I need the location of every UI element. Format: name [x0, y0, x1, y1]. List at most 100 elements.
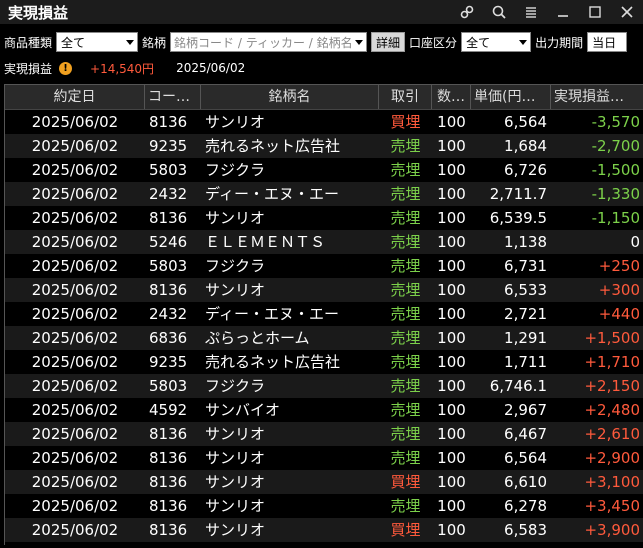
cell-symbol-name: サンリオ	[205, 497, 266, 515]
cell-trade-date: 2025/06/02	[31, 281, 119, 299]
symbol-search-placeholder: 銘柄コード / ティッカー / 銘柄名	[174, 35, 353, 50]
table-row[interactable]: 2025/06/02 8136 サンリオ 売埋 100 6,278 +3,450	[5, 494, 643, 518]
table-row[interactable]: 2025/06/02 9235 売れるネット広告社 売埋 100 1,711 +1,710	[5, 350, 643, 374]
cell-symbol-name: サンバイオ	[205, 401, 281, 419]
col-unit-price[interactable]: 単価(円…	[471, 85, 551, 109]
cell-code: 6836	[149, 329, 188, 347]
cell-code: 9235	[149, 137, 188, 155]
account-type-select[interactable]: 全て	[461, 32, 532, 52]
link-icon[interactable]	[451, 0, 483, 24]
cell-trade-date: 2025/06/02	[31, 161, 119, 179]
table-row[interactable]: 2025/06/02 6836 ぷらっとホーム 売埋 100 1,291 +1,500	[5, 326, 643, 350]
cell-trade-date: 2025/06/02	[31, 353, 119, 371]
table-row[interactable]: 2025/06/02 8136 サンリオ 買埋 100 6,583 +3,900	[5, 518, 643, 542]
window-title: 実現損益	[8, 3, 69, 22]
filter-bar: 商品種類 全て 銘柄 銘柄コード / ティッカー / 銘柄名 詳細 口座区分 全…	[0, 30, 643, 54]
product-type-label: 商品種類	[4, 35, 53, 50]
col-trade-type[interactable]: 取引	[379, 85, 432, 109]
cell-trade-type: 買埋	[390, 521, 421, 539]
cell-realized-pl: +2,610	[584, 425, 640, 443]
cell-realized-pl: +300	[598, 281, 640, 299]
table-row[interactable]: 2025/06/02 8136 サンリオ 売埋 100 6,467 +2,610	[5, 422, 643, 446]
close-icon[interactable]	[611, 0, 643, 24]
cell-symbol-name: ディー・エヌ・エー	[205, 185, 339, 203]
table-row[interactable]: 2025/06/02 9235 売れるネット広告社 売埋 100 1,684 -2,700	[5, 134, 643, 158]
cell-trade-date: 2025/06/02	[31, 185, 119, 203]
col-code[interactable]: コード…	[145, 85, 201, 109]
cell-realized-pl: -1,500	[591, 161, 640, 179]
cell-trade-type: 売埋	[390, 185, 421, 203]
table-row[interactable]: 2025/06/02 8136 サンリオ 買埋 100 6,564 -3,570	[5, 110, 643, 134]
cell-trade-type: 売埋	[390, 497, 421, 515]
cell-realized-pl: +2,150	[584, 377, 640, 395]
menu-icon[interactable]	[515, 0, 547, 24]
cell-trade-type: 売埋	[390, 305, 421, 323]
table-row[interactable]: 2025/06/02 5803 フジクラ 売埋 100 6,746.1 +2,150	[5, 374, 643, 398]
col-realized-pl[interactable]: 実現損益…	[551, 85, 643, 109]
account-type-label: 口座区分	[409, 35, 458, 50]
cell-code: 5803	[149, 377, 188, 395]
warning-icon[interactable]: !	[59, 61, 73, 75]
table-row[interactable]: 2025/06/02 8136 サンリオ 売埋 100 6,539.5 -1,150	[5, 206, 643, 230]
cell-trade-type: 売埋	[390, 281, 421, 299]
cell-realized-pl: +2,900	[584, 449, 640, 467]
summary-date: 2025/06/02	[176, 61, 246, 75]
table-header: 約定日 コード… 銘柄名 取引 数… 単価(円… 実現損益…	[5, 85, 643, 110]
cell-quantity: 100	[437, 521, 466, 539]
cell-symbol-name: ディー・エヌ・エー	[205, 305, 339, 323]
cell-code: 8136	[149, 209, 188, 227]
title-bar: 実現損益	[0, 0, 643, 24]
cell-symbol-name: サンリオ	[205, 425, 266, 443]
realized-pl-total: +14,540円	[90, 61, 155, 76]
cell-trade-date: 2025/06/02	[31, 329, 119, 347]
table-row[interactable]: 2025/06/02 8136 サンリオ 買埋 100 6,610 +3,100	[5, 470, 643, 494]
cell-realized-pl: -3,570	[591, 113, 640, 131]
output-period-select[interactable]: 当日	[587, 32, 628, 52]
col-quantity[interactable]: 数…	[432, 85, 471, 109]
cell-realized-pl: +3,100	[584, 473, 640, 491]
cell-quantity: 100	[437, 401, 466, 419]
cell-symbol-name: サンリオ	[205, 521, 266, 539]
cell-trade-date: 2025/06/02	[31, 473, 119, 491]
table-row[interactable]: 2025/06/02 5246 ＥＬＥＭＥＮＴＳ 売埋 100 1,138 0	[5, 230, 643, 254]
cell-quantity: 100	[437, 449, 466, 467]
cell-quantity: 100	[437, 425, 466, 443]
col-symbol-name[interactable]: 銘柄名	[201, 85, 379, 109]
maximize-icon[interactable]	[579, 0, 611, 24]
table-row[interactable]: 2025/06/02 5803 フジクラ 売埋 100 6,726 -1,500	[5, 158, 643, 182]
cell-code: 5803	[149, 257, 188, 275]
cell-realized-pl: +250	[598, 257, 640, 275]
cell-quantity: 100	[437, 257, 466, 275]
cell-code: 8136	[149, 473, 188, 491]
minimize-icon[interactable]	[547, 0, 579, 24]
cell-realized-pl: -1,150	[591, 209, 640, 227]
table-body: 2025/06/02 8136 サンリオ 買埋 100 6,564 -3,570 2025/0…	[5, 110, 643, 542]
cell-symbol-name: サンリオ	[205, 473, 266, 491]
cell-code: 8136	[149, 113, 188, 131]
table-row[interactable]: 2025/06/02 4592 サンバイオ 売埋 100 2,967 +2,480	[5, 398, 643, 422]
cell-trade-type: 売埋	[390, 137, 421, 155]
cell-symbol-name: サンリオ	[205, 209, 266, 227]
table-row[interactable]: 2025/06/02 8136 サンリオ 売埋 100 6,533 +300	[5, 278, 643, 302]
table-row[interactable]: 2025/06/02 5803 フジクラ 売埋 100 6,731 +250	[5, 254, 643, 278]
col-trade-date[interactable]: 約定日	[5, 85, 145, 109]
cell-code: 8136	[149, 521, 188, 539]
cell-quantity: 100	[437, 113, 466, 131]
symbol-search-input[interactable]: 銘柄コード / ティッカー / 銘柄名	[170, 32, 368, 52]
table-row[interactable]: 2025/06/02 8136 サンリオ 売埋 100 6,564 +2,900	[5, 446, 643, 470]
cell-unit-price: 1,138	[504, 233, 547, 251]
cell-code: 5246	[149, 233, 188, 251]
cell-realized-pl: +1,500	[584, 329, 640, 347]
detail-button[interactable]: 詳細	[371, 32, 406, 52]
cell-code: 8136	[149, 449, 188, 467]
cell-realized-pl: +3,900	[584, 521, 640, 539]
cell-symbol-name: フジクラ	[205, 377, 266, 395]
table-row[interactable]: 2025/06/02 2432 ディー・エヌ・エー 売埋 100 2,721 +440	[5, 302, 643, 326]
cell-trade-type: 買埋	[390, 113, 421, 131]
realized-pl-table: 約定日 コード… 銘柄名 取引 数… 単価(円… 実現損益… 2025/06/0…	[4, 84, 643, 545]
search-icon[interactable]	[483, 0, 515, 24]
product-type-select[interactable]: 全て	[56, 32, 139, 52]
cell-code: 8136	[149, 281, 188, 299]
summary-bar: 実現損益 ! +14,540円 2025/06/02	[0, 58, 643, 78]
table-row[interactable]: 2025/06/02 2432 ディー・エヌ・エー 売埋 100 2,711.7 -1,33…	[5, 182, 643, 206]
